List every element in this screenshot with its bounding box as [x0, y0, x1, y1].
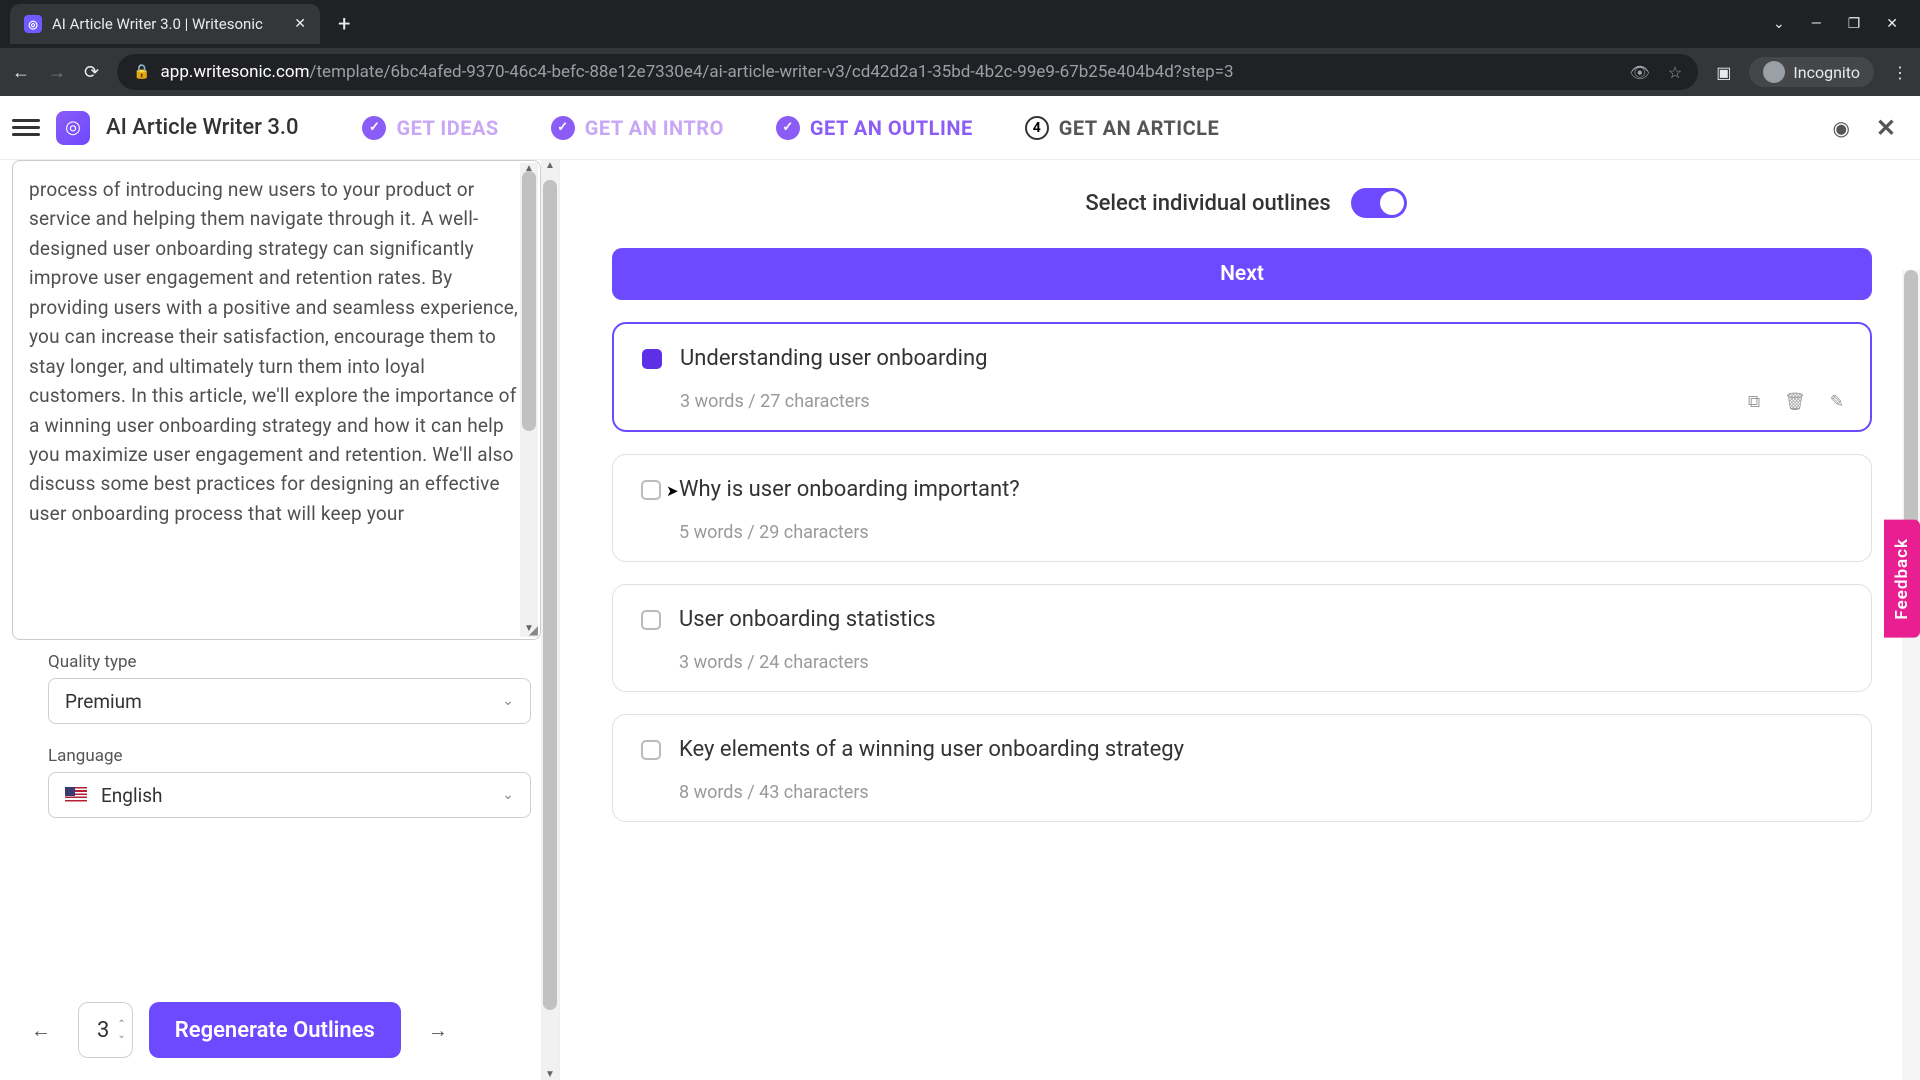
left-panel: process of introducing new users to your…: [0, 160, 560, 1080]
scrollbar-thumb[interactable]: [522, 171, 536, 431]
language-label: Language: [48, 746, 531, 766]
tab-close-icon[interactable]: ✕: [294, 16, 306, 32]
toggle-thumb: [1380, 191, 1404, 215]
left-footer: ← 3 ⌃ ⌄ Regenerate Outlines →: [0, 986, 559, 1080]
main-content: process of introducing new users to your…: [0, 160, 1920, 1080]
select-individual-toggle[interactable]: [1351, 188, 1407, 218]
increment-icon[interactable]: ⌃: [117, 1019, 125, 1030]
language-select[interactable]: English ⌄: [48, 772, 531, 818]
left-panel-scrollbar[interactable]: ▲ ▼: [541, 160, 559, 1080]
hamburger-menu-icon[interactable]: [12, 115, 40, 140]
maximize-icon[interactable]: ❐: [1848, 16, 1861, 32]
check-icon: ✓: [551, 116, 575, 140]
incognito-icon: [1763, 61, 1785, 83]
outline-card[interactable]: Understanding user onboarding 3 words / …: [612, 322, 1872, 432]
scrollbar-thumb[interactable]: [543, 180, 557, 1010]
chevron-down-icon: ⌄: [502, 787, 514, 803]
prev-step-button[interactable]: ←: [20, 1009, 62, 1051]
app-title: AI Article Writer 3.0: [106, 115, 298, 140]
star-icon[interactable]: ☆: [1668, 63, 1682, 82]
step-get-ideas[interactable]: ✓ GET IDEAS: [362, 116, 498, 140]
outline-checkbox[interactable]: [641, 610, 661, 630]
intro-textarea[interactable]: process of introducing new users to your…: [12, 160, 541, 640]
toggle-label: Select individual outlines: [1085, 191, 1330, 216]
decrement-icon[interactable]: ⌄: [117, 1030, 125, 1041]
sidebar-form: Quality type Premium ⌄ Language English …: [0, 640, 559, 840]
outline-title: User onboarding statistics: [679, 607, 936, 632]
outline-title: Understanding user onboarding: [680, 346, 987, 371]
window-controls: ⌄ — ❐ ✕: [1773, 16, 1920, 32]
browser-tab[interactable]: ◎ AI Article Writer 3.0 | Writesonic ✕: [10, 4, 320, 44]
outline-checkbox[interactable]: [642, 349, 662, 369]
step-get-intro[interactable]: ✓ GET AN INTRO: [551, 116, 724, 140]
app-header: ◎ AI Article Writer 3.0 ✓ GET IDEAS ✓ GE…: [0, 96, 1920, 160]
quality-type-select[interactable]: Premium ⌄: [48, 678, 531, 724]
textarea-scrollbar[interactable]: ▲ ▼: [520, 163, 538, 637]
incognito-badge: Incognito: [1749, 57, 1874, 87]
intro-text-content: process of introducing new users to your…: [29, 175, 524, 528]
count-value: 3: [97, 1018, 109, 1043]
outline-stats: 3 words / 24 characters: [679, 652, 1843, 673]
forward-button[interactable]: →: [48, 62, 66, 83]
next-button[interactable]: Next: [612, 248, 1872, 300]
resize-handle-icon[interactable]: ◢: [529, 623, 538, 637]
eye-off-icon[interactable]: 👁: [1630, 63, 1650, 82]
scroll-up-arrow-icon[interactable]: ▲: [541, 160, 559, 171]
edit-icon[interactable]: ✎: [1830, 392, 1844, 412]
reload-button[interactable]: ⟳: [84, 62, 99, 83]
step-get-outline[interactable]: ✓ GET AN OUTLINE: [776, 116, 973, 140]
outline-card[interactable]: User onboarding statistics 3 words / 24 …: [612, 584, 1872, 692]
url-bar[interactable]: 🔒 app.writesonic.com/template/6bc4afed-9…: [117, 54, 1698, 90]
kebab-menu-icon[interactable]: ⋮: [1892, 63, 1908, 82]
chevron-down-icon[interactable]: ⌄: [1773, 16, 1785, 32]
copy-icon[interactable]: ⧉: [1748, 392, 1760, 412]
right-panel: Select individual outlines Next Understa…: [560, 160, 1920, 1080]
language-value: English: [101, 784, 162, 807]
browser-nav-bar: ← → ⟳ 🔒 app.writesonic.com/template/6bc4…: [0, 48, 1920, 96]
play-circle-icon[interactable]: ◉: [1832, 116, 1849, 140]
outline-count-stepper[interactable]: 3 ⌃ ⌄: [78, 1002, 133, 1058]
toggle-row: Select individual outlines: [612, 188, 1880, 218]
quality-type-label: Quality type: [48, 652, 531, 672]
outline-card[interactable]: Why is user onboarding important? 5 word…: [612, 454, 1872, 562]
us-flag-icon: [65, 787, 87, 803]
delete-icon[interactable]: 🗑: [1784, 392, 1806, 412]
step-get-article[interactable]: 4 GET AN ARTICLE: [1025, 116, 1220, 140]
step-number: 4: [1025, 116, 1049, 140]
right-panel-scrollbar[interactable]: [1902, 270, 1920, 1080]
outline-checkbox[interactable]: [641, 480, 661, 500]
outline-stats: 8 words / 43 characters: [679, 782, 1843, 803]
close-window-icon[interactable]: ✕: [1886, 16, 1898, 32]
chevron-down-icon: ⌄: [502, 693, 514, 709]
browser-tab-strip: ◎ AI Article Writer 3.0 | Writesonic ✕ +…: [0, 0, 1920, 48]
outline-title: Why is user onboarding important?: [679, 477, 1020, 502]
back-button[interactable]: ←: [12, 62, 30, 83]
regenerate-outlines-button[interactable]: Regenerate Outlines: [149, 1002, 401, 1058]
new-tab-button[interactable]: +: [338, 12, 350, 37]
favicon-icon: ◎: [24, 15, 42, 33]
check-icon: ✓: [776, 116, 800, 140]
feedback-tab[interactable]: Feedback: [1884, 520, 1920, 638]
lock-icon: 🔒: [133, 64, 150, 80]
outline-stats: 3 words / 27 characters: [680, 391, 1842, 412]
url-text: app.writesonic.com/template/6bc4afed-937…: [161, 62, 1234, 82]
outline-checkbox[interactable]: [641, 740, 661, 760]
close-icon[interactable]: ✕: [1876, 114, 1896, 142]
extensions-icon[interactable]: ▣: [1716, 63, 1731, 82]
quality-type-value: Premium: [65, 690, 142, 713]
check-icon: ✓: [362, 116, 386, 140]
progress-steps: ✓ GET IDEAS ✓ GET AN INTRO ✓ GET AN OUTL…: [362, 116, 1219, 140]
outline-card[interactable]: Key elements of a winning user onboardin…: [612, 714, 1872, 822]
outline-title: Key elements of a winning user onboardin…: [679, 737, 1184, 762]
app-logo-icon: ◎: [56, 111, 90, 145]
next-step-button[interactable]: →: [417, 1009, 459, 1051]
tab-title: AI Article Writer 3.0 | Writesonic: [52, 15, 263, 33]
outline-stats: 5 words / 29 characters: [679, 522, 1843, 543]
scroll-down-arrow-icon[interactable]: ▼: [541, 1069, 559, 1080]
minimize-icon[interactable]: —: [1811, 16, 1822, 32]
